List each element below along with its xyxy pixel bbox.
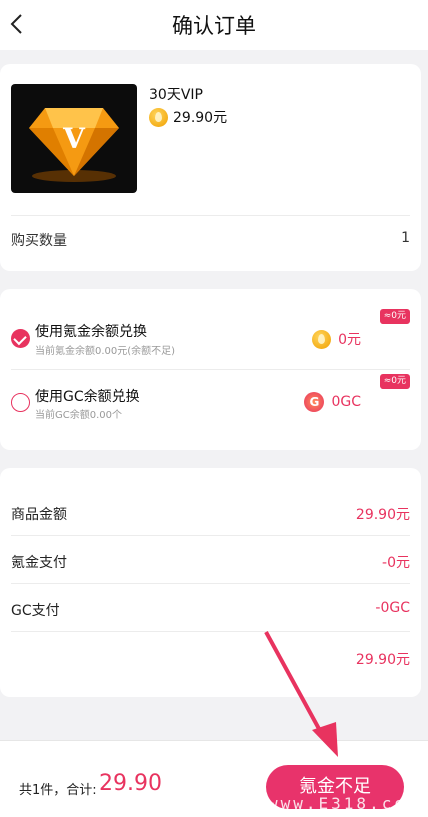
summary-card: 商品金额 29.90元 氪金支付 -0元 GC支付 -0GC 29.90元 [0,468,421,697]
summary-row: 氪金支付 -0元 [11,538,410,586]
payment-amount-value: 0GC [331,394,361,410]
summary-total-value: 29.90元 [355,652,410,668]
payment-option-subtitle: 当前GC余额0.00个 [35,410,122,421]
total-label: 共1件，合计: [19,783,97,798]
summary-value: -0GC [375,600,410,616]
summary-row: GC支付 -0GC [11,586,410,634]
watermark: www.E318.com [268,794,420,813]
payment-option-gc[interactable]: ≈0元 使用GC余额兑换 当前GC余额0.00个 G 0GC [0,364,421,434]
top-bar: 确认订单 [0,0,428,50]
quantity-label: 购买数量 [11,233,67,249]
payment-option-subtitle: 当前氪金余额0.00元(余额不足) [35,346,176,357]
summary-value: 29.90元 [355,507,410,523]
payment-option-title: 使用GC余额兑换 [35,389,140,405]
product-image: V [11,84,137,193]
estimate-badge: ≈0元 [379,309,410,324]
product-name: 30天VIP [149,87,203,103]
diamond-v-icon: V [29,108,119,182]
divider [11,215,410,216]
payment-option-amount: 0元 [312,329,361,349]
payment-amount-value: 0元 [338,332,361,348]
divider [11,583,410,584]
summary-total-row: 29.90元 [11,635,410,683]
payment-option-balance[interactable]: ≈0元 使用氪金余额兑换 当前氪金余额0.00元(余额不足) 0元 [0,299,421,369]
product-card: V 30天VIP 29.90元 购买数量 1 [0,64,421,271]
summary-value: -0元 [382,555,410,571]
payment-option-title: 使用氪金余额兑换 [35,324,147,340]
divider [11,535,410,536]
total-value: 29.90 [99,771,162,796]
product-price-value: 29.90元 [173,110,228,126]
diamond-letter: V [62,122,86,155]
page-title: 确认订单 [172,14,256,38]
product-price: 29.90元 [149,107,227,127]
payment-card: ≈0元 使用氪金余额兑换 当前氪金余额0.00元(余额不足) 0元 ≈0元 使用… [0,289,421,450]
estimate-badge: ≈0元 [379,374,410,389]
summary-label: GC支付 [11,603,60,619]
divider [11,631,410,632]
summary-label: 商品金额 [11,507,67,523]
gold-coin-icon [312,329,332,349]
checked-radio-icon[interactable] [11,329,30,348]
quantity-value: 1 [401,230,410,246]
payment-option-amount: G 0GC [304,392,361,412]
summary-row: 商品金额 29.90元 [11,490,410,538]
gold-coin-icon [149,107,168,127]
unchecked-radio-icon[interactable] [11,393,30,412]
summary-label: 氪金支付 [11,555,67,571]
gc-coin-icon: G [304,392,325,412]
